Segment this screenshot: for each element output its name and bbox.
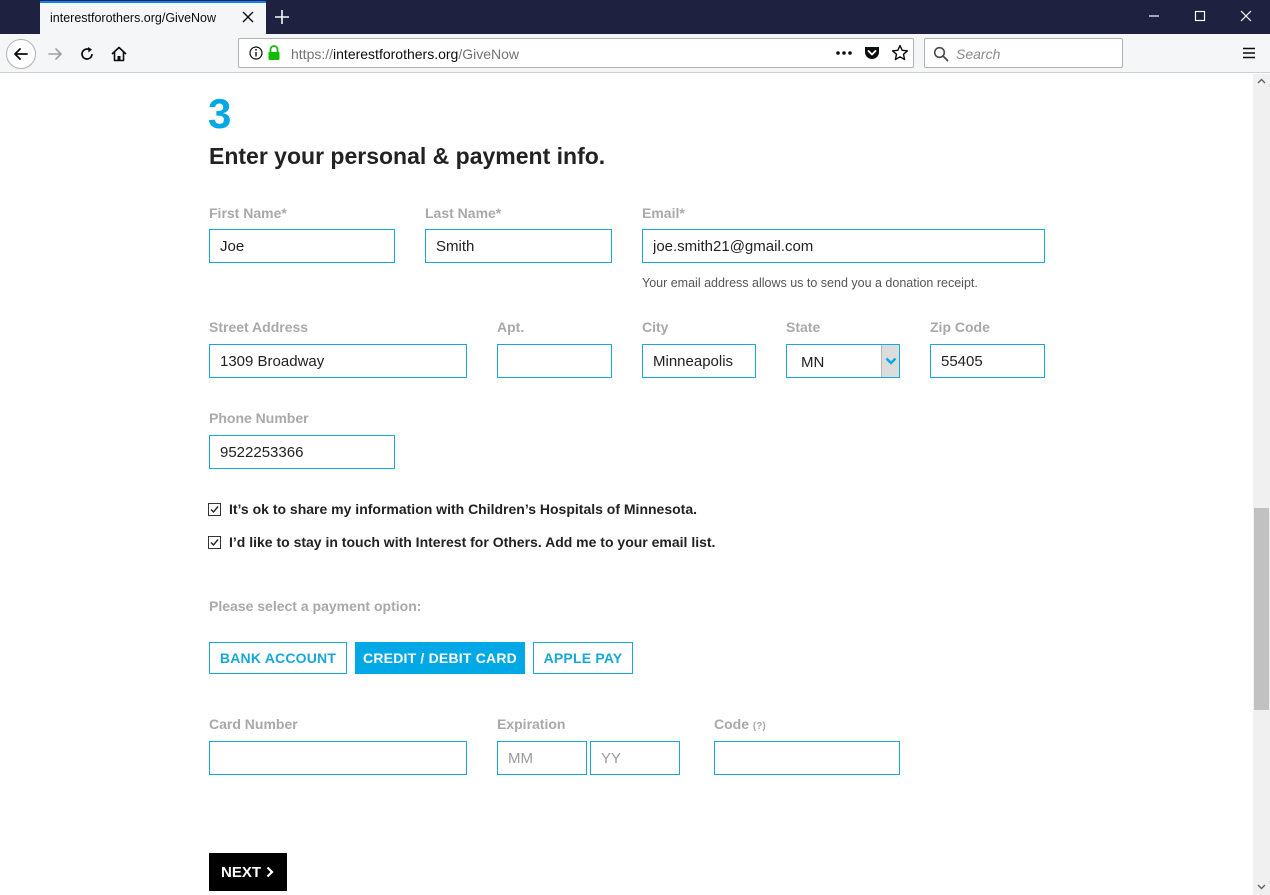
security-code-label: Code (?) [714, 716, 766, 732]
tab-title: interestforothers.org/GiveNow [50, 11, 217, 25]
payment-option-prompt: Please select a payment option: [209, 598, 422, 614]
security-code-label-text: Code [714, 716, 749, 732]
email-input[interactable] [642, 229, 1045, 263]
url-scheme: https:// [291, 46, 334, 62]
expiration-month-input[interactable] [497, 741, 587, 775]
street-address-input[interactable] [209, 344, 467, 378]
search-icon [933, 46, 949, 62]
url-bar[interactable]: https://interestforothers.org/GiveNow [238, 38, 914, 68]
apt-input[interactable] [497, 344, 612, 378]
close-window-icon[interactable] [1236, 6, 1256, 26]
apple-pay-button[interactable]: APPLE PAY [533, 642, 633, 674]
card-number-input[interactable] [209, 741, 467, 775]
city-label: City [642, 319, 669, 335]
home-icon [111, 46, 127, 62]
bookmark-star-icon[interactable] [891, 44, 909, 62]
forward-button[interactable] [40, 39, 70, 69]
reload-button[interactable] [72, 39, 102, 69]
forward-arrow-icon [48, 48, 62, 60]
chevron-right-icon [266, 866, 274, 878]
state-select-value: MN [801, 354, 825, 371]
zip-code-input[interactable] [930, 344, 1045, 378]
expiration-year-input[interactable] [590, 741, 680, 775]
page-scrollbar[interactable] [1253, 74, 1270, 895]
checkmark-icon [210, 505, 219, 513]
credit-debit-card-button[interactable]: CREDIT / DEBIT CARD [355, 642, 525, 674]
apt-label: Apt. [497, 319, 525, 335]
back-button[interactable] [6, 39, 36, 69]
search-bar[interactable]: Search [924, 38, 1123, 68]
first-name-input[interactable] [209, 229, 395, 263]
hamburger-menu-icon[interactable] [1242, 46, 1256, 60]
email-label: Email* [642, 205, 685, 221]
zip-code-label: Zip Code [930, 319, 990, 335]
share-info-checkbox[interactable] [208, 502, 221, 516]
email-list-checkbox[interactable] [208, 535, 221, 549]
browser-navbar: https://interestforothers.org/GiveNow Se… [0, 34, 1270, 73]
code-help-link[interactable]: (?) [753, 721, 766, 732]
more-actions-icon[interactable] [835, 48, 853, 58]
home-button[interactable] [104, 39, 134, 69]
lock-icon[interactable] [267, 45, 281, 61]
phone-number-label: Phone Number [209, 410, 309, 426]
back-arrow-icon [14, 48, 28, 60]
minimize-icon[interactable] [1144, 6, 1164, 26]
url-path: /GiveNow [458, 46, 520, 62]
maximize-icon[interactable] [1190, 6, 1210, 26]
security-code-input[interactable] [714, 741, 900, 775]
pocket-icon[interactable] [863, 44, 881, 62]
page-title: Enter your personal & payment info. [209, 143, 606, 169]
close-tab-icon[interactable] [240, 9, 256, 25]
share-info-checkbox-row[interactable]: It’s ok to share my information with Chi… [208, 500, 697, 518]
first-name-label: First Name* [209, 205, 287, 221]
url-host: interestforothers.org [333, 46, 459, 62]
scroll-down-icon[interactable] [1257, 884, 1266, 890]
info-icon[interactable] [249, 46, 263, 60]
search-placeholder: Search [956, 46, 1001, 62]
browser-titlebar: interestforothers.org/GiveNow [0, 0, 1270, 34]
state-label: State [786, 319, 821, 335]
scroll-up-icon[interactable] [1257, 78, 1266, 84]
email-list-label: I’d like to stay in touch with Interest … [229, 534, 716, 550]
phone-number-input[interactable] [209, 435, 395, 469]
select-arrow[interactable] [881, 345, 899, 377]
last-name-label: Last Name* [425, 205, 502, 221]
email-list-checkbox-row[interactable]: I’d like to stay in touch with Interest … [208, 533, 715, 551]
street-address-label: Street Address [209, 319, 309, 335]
checkmark-icon [210, 538, 219, 546]
email-help-text: Your email address allows us to send you… [642, 276, 978, 290]
bank-account-button[interactable]: BANK ACCOUNT [209, 642, 347, 674]
card-number-label: Card Number [209, 716, 298, 732]
next-button[interactable]: NEXT [209, 853, 287, 891]
step-number: 3 [208, 90, 232, 137]
browser-tab[interactable]: interestforothers.org/GiveNow [40, 1, 266, 34]
new-tab-icon[interactable] [272, 7, 292, 27]
city-input[interactable] [642, 344, 756, 378]
share-info-label: It’s ok to share my information with Chi… [229, 501, 698, 517]
next-button-label: NEXT [220, 863, 261, 881]
state-select[interactable]: MN [786, 344, 900, 378]
reload-icon [81, 47, 93, 60]
scrollbar-thumb[interactable] [1254, 508, 1269, 710]
chevron-down-icon [885, 357, 896, 365]
last-name-input[interactable] [425, 229, 612, 263]
expiration-label: Expiration [497, 716, 566, 732]
url-text: https://interestforothers.org/GiveNow [291, 46, 519, 62]
